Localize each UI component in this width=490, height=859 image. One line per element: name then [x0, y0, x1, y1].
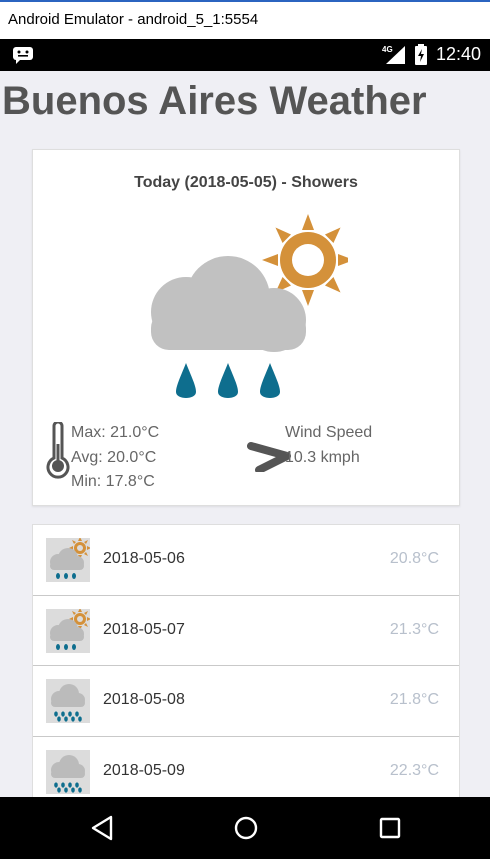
emulator-window-title: Android Emulator - android_5_1:5554 — [0, 0, 490, 39]
today-card: Today (2018-05-05) - Showers Max: 21.0°C… — [32, 149, 460, 506]
back-icon[interactable] — [89, 814, 115, 842]
status-bar: 4G 12:40 — [0, 39, 490, 71]
today-max-temp: Max: 21.0°C — [71, 424, 160, 441]
notification-icon — [13, 47, 33, 64]
forecast-temp: 21.3°C — [389, 620, 439, 638]
signal-icon — [386, 46, 405, 64]
recents-icon[interactable] — [377, 814, 403, 842]
forecast-date: 2018-05-09 — [103, 761, 185, 779]
forecast-temp: 22.3°C — [389, 761, 439, 779]
heavy-rain-icon — [46, 679, 90, 723]
showers-sun-icon — [46, 608, 90, 653]
battery-icon — [415, 44, 427, 65]
wind-speed-value: 10.3 kmph — [285, 448, 360, 466]
heavy-rain-icon — [46, 749, 90, 794]
forecast-date: 2018-05-07 — [103, 620, 185, 638]
today-heading: Today (2018-05-05) - Showers — [134, 174, 358, 191]
forecast-row[interactable]: 2018-05-09 22.3°C — [33, 737, 459, 798]
today-avg-temp: Avg: 20.0°C — [71, 448, 157, 466]
forecast-row[interactable]: 2018-05-06 20.8°C — [33, 525, 459, 596]
home-icon[interactable] — [233, 814, 259, 842]
thermometer-icon — [46, 422, 70, 479]
status-clock: 12:40 — [436, 44, 482, 64]
page-title: Buenos Aires Weather — [2, 79, 427, 123]
forecast-temp: 21.8°C — [389, 691, 439, 708]
forecast-date: 2018-05-06 — [103, 550, 185, 567]
forecast-list: 2018-05-06 20.8°C 2018-05-07 21.3°C 2018… — [32, 524, 460, 798]
forecast-row[interactable]: 2018-05-08 21.8°C — [33, 666, 459, 737]
forecast-temp: 20.8°C — [389, 550, 439, 567]
forecast-row[interactable]: 2018-05-07 21.3°C — [33, 596, 459, 666]
showers-sun-icon — [151, 214, 348, 398]
forecast-date: 2018-05-08 — [103, 691, 185, 708]
today-min-temp: Min: 17.8°C — [71, 473, 155, 490]
navigation-bar — [0, 797, 490, 859]
wind-speed-label: Wind Speed — [285, 424, 373, 441]
showers-sun-icon — [46, 538, 90, 582]
